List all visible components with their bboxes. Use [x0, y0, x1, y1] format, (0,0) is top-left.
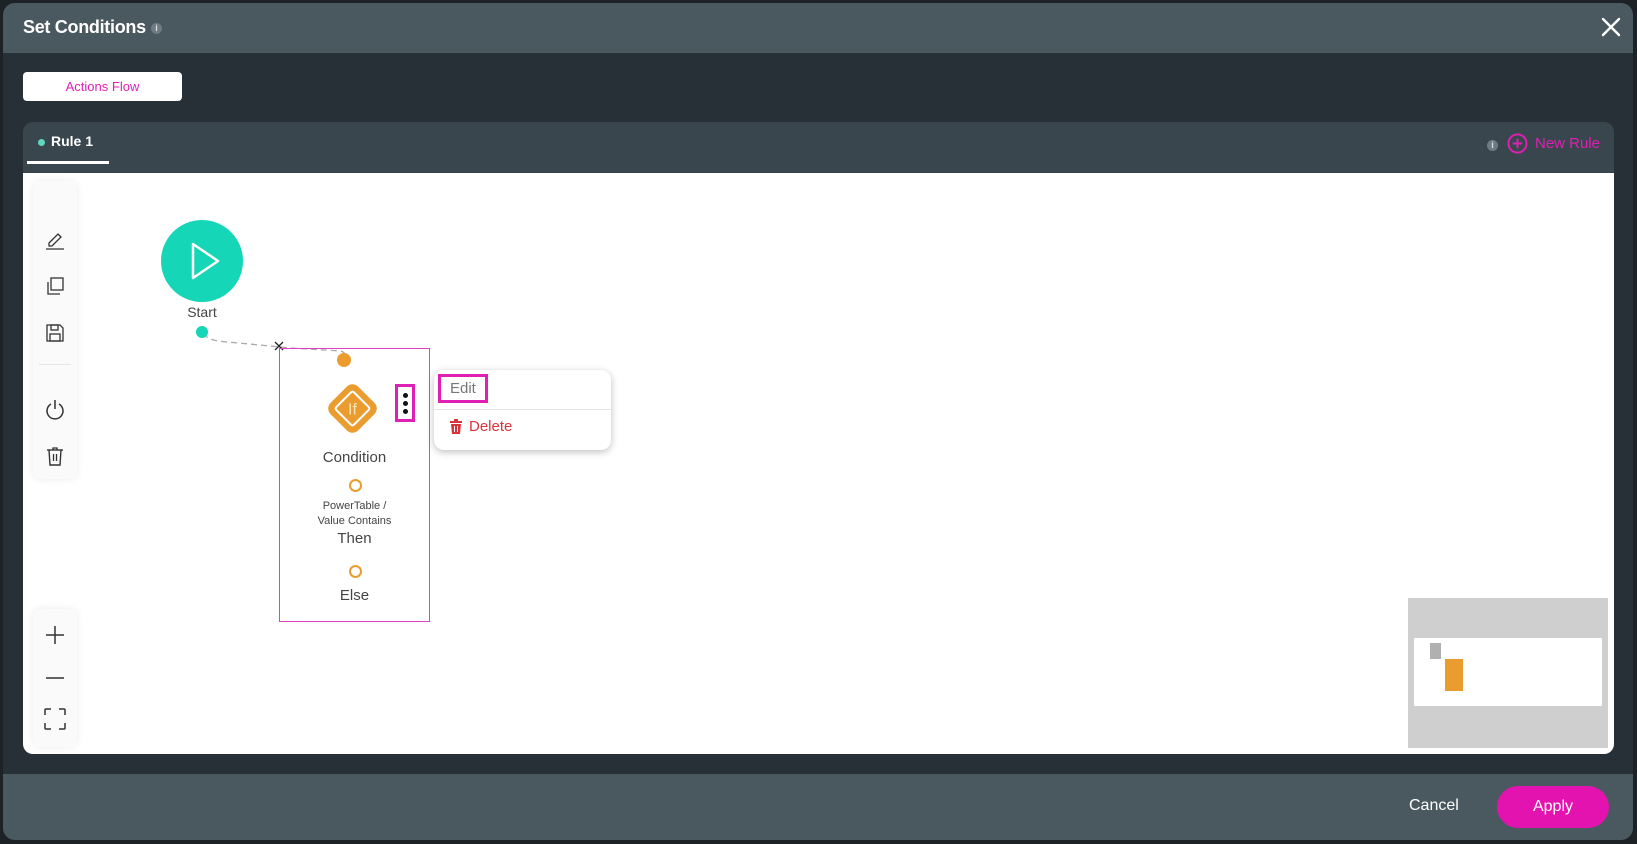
dialog-title-text: Set Conditions [23, 17, 146, 37]
save-icon [46, 324, 64, 342]
dialog-footer: Cancel Apply [3, 774, 1633, 840]
condition-node-label: Condition [322, 449, 387, 466]
rule-tab-label: Rule 1 [51, 133, 94, 149]
minimap-start-node [1430, 643, 1441, 659]
flow-canvas[interactable]: Start If Condition PowerTable / Value Co… [23, 173, 1614, 754]
start-node[interactable] [161, 220, 243, 302]
minimap[interactable] [1408, 598, 1608, 748]
apply-button[interactable]: Apply [1497, 786, 1609, 828]
dialog-header: Set Conditions i [3, 3, 1633, 53]
start-output-port[interactable] [196, 326, 208, 338]
zoom-toolbar [33, 609, 77, 747]
node-options-button[interactable] [395, 384, 415, 422]
active-tab-indicator [27, 161, 109, 164]
fit-screen-icon [44, 708, 66, 730]
menu-item-delete[interactable]: Delete [450, 418, 512, 435]
else-label: Else [339, 587, 370, 604]
trash-icon [450, 419, 462, 434]
play-icon [191, 242, 220, 280]
close-button[interactable] [1599, 15, 1623, 39]
menu-item-delete-label: Delete [469, 418, 513, 435]
zoom-out-button[interactable] [33, 660, 77, 696]
toolbar-divider [39, 364, 71, 365]
info-icon[interactable]: i [150, 22, 162, 34]
zoom-in-button[interactable] [33, 617, 77, 653]
toggle-node-button[interactable] [33, 391, 77, 427]
menu-divider [434, 409, 611, 410]
minimap-viewport[interactable] [1414, 638, 1602, 706]
condition-input-port[interactable] [337, 353, 351, 367]
rule-panel: Rule 1 i New Rule Start If Condition Pow… [23, 122, 1614, 754]
minus-icon [46, 677, 64, 679]
menu-item-edit[interactable]: Edit [438, 374, 488, 403]
new-rule-label: New Rule [1535, 135, 1601, 152]
svg-text:If: If [348, 402, 357, 419]
then-output-port[interactable] [349, 479, 362, 492]
plus-circle-icon [1507, 133, 1528, 154]
set-conditions-dialog: Set Conditions i Actions Flow Rule 1 i Ne… [3, 3, 1633, 840]
start-node-label: Start [187, 304, 217, 320]
condition-description-line1: PowerTable / [322, 500, 387, 512]
save-node-button[interactable] [33, 315, 77, 351]
cancel-button[interactable]: Cancel [1403, 796, 1465, 816]
condition-node[interactable]: If [320, 376, 385, 441]
kebab-dot [402, 392, 408, 398]
condition-description-line2: Value Contains [317, 515, 392, 527]
copy-node-button[interactable] [33, 268, 77, 304]
pencil-icon [46, 233, 64, 250]
minimap-condition-node [1445, 659, 1463, 691]
delete-node-button[interactable] [33, 438, 77, 474]
node-context-menu: Edit Delete [434, 370, 611, 450]
rule-status-dot [38, 139, 45, 146]
actions-flow-tab[interactable]: Actions Flow [23, 72, 182, 101]
condition-description: PowerTable / Value Contains [279, 499, 430, 529]
power-icon [46, 400, 64, 420]
new-rule-button[interactable]: New Rule [1507, 133, 1600, 154]
edit-node-button[interactable] [33, 221, 77, 257]
node-toolbar [33, 181, 77, 479]
close-icon [1601, 17, 1621, 37]
trash-icon [47, 447, 63, 466]
else-output-port[interactable] [349, 565, 362, 578]
kebab-dot [402, 408, 408, 414]
kebab-dot [402, 400, 408, 406]
if-icon: If [328, 384, 377, 433]
copy-icon [47, 277, 64, 295]
dialog-title: Set Conditions i [23, 17, 162, 38]
then-label: Then [337, 530, 372, 547]
info-icon[interactable]: i [1487, 140, 1498, 151]
plus-icon [46, 626, 64, 644]
fit-screen-button[interactable] [33, 701, 77, 737]
tab-rule-1[interactable]: Rule 1 [27, 122, 109, 164]
